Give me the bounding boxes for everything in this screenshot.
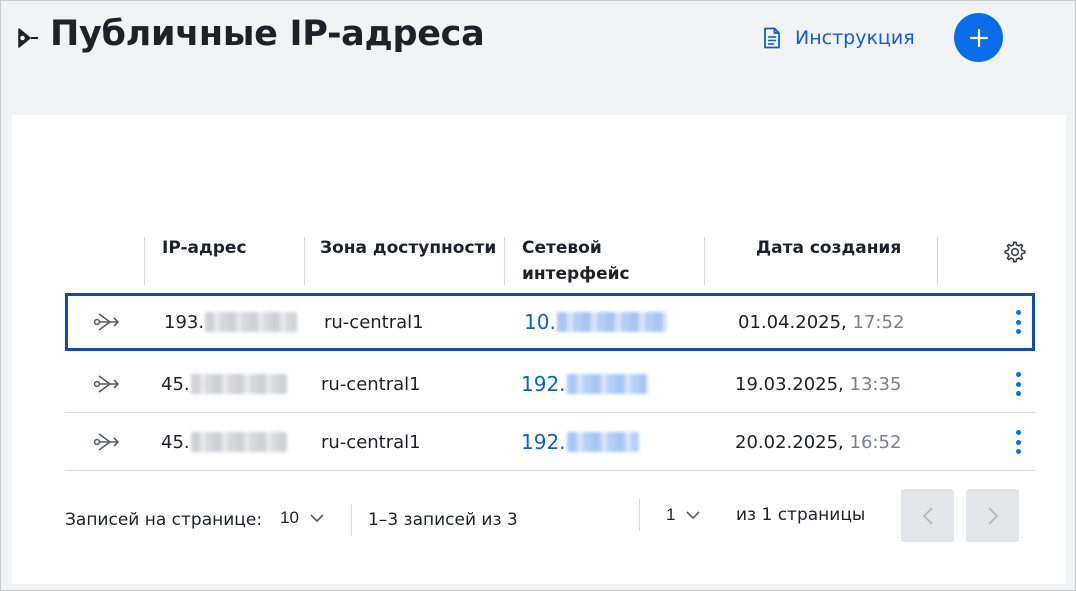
created-date: 01.04.2025,	[738, 311, 847, 333]
created-cell: 20.02.2025, 16:52	[735, 413, 901, 471]
docs-link[interactable]: Инструкция	[763, 24, 915, 52]
chevron-down-icon	[686, 511, 701, 519]
created-time: 16:52	[849, 431, 902, 453]
prev-page-button[interactable]	[901, 489, 954, 542]
page-value: 1	[666, 505, 676, 524]
zone-cell: ru-central1	[321, 431, 421, 453]
table-row[interactable]: 193. ru-central1 10. 01.04.2025, 17:52	[65, 293, 1035, 351]
plus-icon	[969, 28, 988, 47]
footer-divider	[639, 499, 640, 531]
created-date: 19.03.2025,	[735, 373, 844, 395]
nic-link[interactable]: 192.	[521, 413, 639, 471]
chevron-down-icon	[310, 514, 324, 522]
created-cell: 01.04.2025, 17:52	[738, 293, 904, 351]
page-select[interactable]: 1	[666, 505, 701, 525]
table-row[interactable]: 45. ru-central1 192. 20.02.2025, 16:52	[65, 413, 1035, 471]
records-range: 1–3 записей из 3	[368, 510, 518, 530]
public-ip-icon	[93, 313, 119, 331]
column-divider	[704, 237, 705, 285]
redacted-mask	[190, 374, 287, 394]
ip-prefix: 193.	[164, 311, 205, 333]
created-date: 20.02.2025,	[735, 431, 844, 453]
redacted-mask	[205, 312, 298, 332]
chevron-right-icon	[987, 506, 998, 525]
per-page-select[interactable]: 10	[280, 508, 325, 528]
zone-cell: ru-central1	[321, 373, 421, 395]
redacted-mask	[556, 312, 667, 332]
ip-cell: 45.	[161, 413, 287, 471]
per-page-label: Записей на странице:	[65, 510, 263, 530]
ip-cell: 45.	[161, 355, 287, 413]
column-divider	[937, 237, 938, 285]
public-ip-icon	[18, 28, 38, 48]
column-divider	[504, 237, 505, 285]
row-actions-button[interactable]	[1013, 310, 1023, 334]
row-actions-button[interactable]	[1013, 372, 1023, 396]
nic-prefix: 10.	[524, 310, 556, 334]
page-title: Публичные IP-адреса	[50, 14, 485, 54]
created-cell: 19.03.2025, 13:35	[735, 355, 901, 413]
column-header-zone[interactable]: Зона доступности	[320, 235, 496, 261]
ip-table-card: IP-адрес Зона доступности Сетевой интерф…	[12, 115, 1066, 584]
ip-prefix: 45.	[161, 373, 190, 395]
nic-prefix: 192.	[521, 430, 566, 454]
redacted-mask	[566, 374, 647, 394]
column-divider	[144, 237, 145, 285]
row-actions-button[interactable]	[1013, 430, 1023, 454]
nic-prefix: 192.	[521, 372, 566, 396]
ip-cell: 193.	[164, 293, 298, 351]
created-time: 13:35	[849, 373, 902, 395]
per-page-value: 10	[280, 508, 299, 527]
column-header-ip[interactable]: IP-адрес	[162, 235, 247, 261]
redacted-mask	[566, 432, 639, 452]
document-icon	[764, 27, 780, 49]
column-header-created[interactable]: Дата создания	[756, 235, 901, 261]
of-pages-label: из 1 страницы	[736, 505, 866, 525]
table-settings-button[interactable]	[1002, 239, 1028, 265]
nic-link[interactable]: 192.	[521, 355, 647, 413]
table-row[interactable]: 45. ru-central1 192. 19.03.2025, 13:35	[65, 355, 1035, 413]
public-ip-icon	[93, 433, 119, 451]
footer-divider	[351, 504, 352, 536]
nic-link[interactable]: 10.	[524, 293, 667, 351]
next-page-button[interactable]	[966, 489, 1019, 542]
public-ip-icon	[93, 375, 119, 393]
gear-icon	[1004, 241, 1026, 263]
add-ip-button[interactable]	[954, 13, 1003, 62]
created-time: 17:52	[852, 311, 905, 333]
chevron-left-icon	[922, 506, 933, 525]
column-divider	[304, 237, 305, 285]
row-divider	[65, 470, 1035, 471]
docs-label: Инструкция	[795, 27, 915, 49]
column-header-nic[interactable]: Сетевой интерфейс	[522, 235, 652, 287]
redacted-mask	[190, 432, 287, 452]
ip-prefix: 45.	[161, 431, 190, 453]
zone-cell: ru-central1	[324, 311, 424, 333]
